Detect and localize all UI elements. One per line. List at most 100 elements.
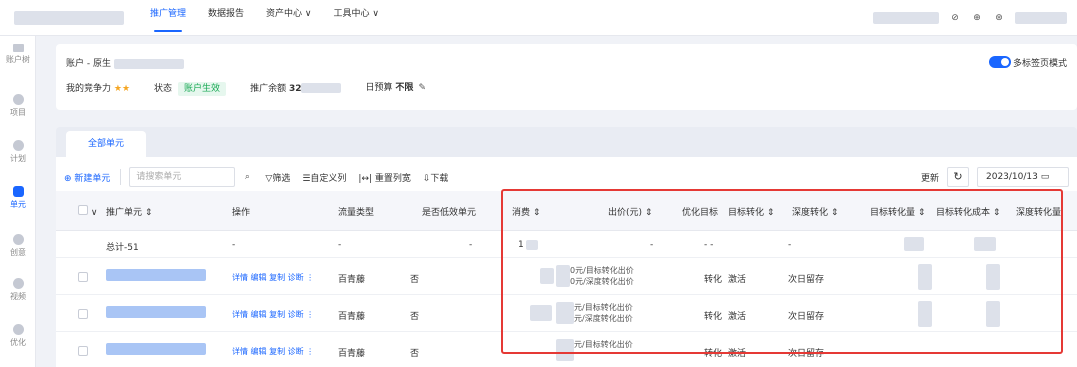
search-placeholder: 请搜索单元 xyxy=(136,172,182,182)
account-stats: 我的竞争力 ★★ 状态 账户生效 推广余额 32 日预算 不限 ✎ xyxy=(66,80,428,96)
row-checkbox[interactable] xyxy=(78,309,88,319)
competitiveness-label: 我的竞争力 xyxy=(66,83,112,94)
nav-tool-center[interactable]: 工具中心 ∨ xyxy=(333,0,378,36)
star-rating: ★★ xyxy=(113,83,131,94)
balance-label: 推广余额 xyxy=(250,83,287,94)
balance-blurred xyxy=(301,83,342,93)
user-name-blurred xyxy=(1015,12,1067,24)
row-checkbox[interactable] xyxy=(78,272,88,282)
unit-name-blurred[interactable] xyxy=(106,269,206,281)
rocket-icon xyxy=(12,324,24,335)
competitiveness: 我的竞争力 ★★ xyxy=(66,81,130,94)
col-unit[interactable]: 推广单元 ⇕ xyxy=(106,205,152,218)
top-bar: 推广管理 数据报告 资产中心 ∨ 工具中心 ∨ ⊘ ⊕ ⊛ xyxy=(0,0,1077,36)
account-card: 账户 - 原生 我的竞争力 ★★ 状态 账户生效 推广余额 32 日预算 不限 ✎… xyxy=(56,44,1077,110)
multi-tab-toggle[interactable] xyxy=(989,56,1011,68)
nav-asset-center[interactable]: 资产中心 ∨ xyxy=(266,0,311,36)
unit-icon xyxy=(12,186,24,197)
row-actions[interactable]: 详情 编辑 复制 诊断 ⋮ xyxy=(232,272,314,283)
divider xyxy=(120,169,122,185)
refresh-label: 更新 xyxy=(920,173,939,184)
rail-unit[interactable]: 单元 xyxy=(0,186,36,210)
top-right-area: ⊘ ⊕ ⊛ xyxy=(873,0,1067,36)
table-toolbar: ⊕ 新建单元 请搜索单元 ⌕ ▽筛选 ☰自定义列 |↔| 重置列宽 ⇩下载 xyxy=(64,167,448,187)
rail-label: 账户树 xyxy=(6,55,30,64)
rail-project[interactable]: 项目 xyxy=(0,94,36,118)
dash: - xyxy=(338,240,342,250)
nav-data-report[interactable]: 数据报告 xyxy=(208,0,244,36)
rail-label: 创意 xyxy=(10,248,26,257)
traffic-type: 百青藤 xyxy=(338,312,366,322)
low-efficiency-value: 否 xyxy=(410,312,420,322)
daily-budget: 日预算 不限 ✎ xyxy=(365,80,428,94)
balance: 推广余额 32 xyxy=(250,81,342,94)
help-icon[interactable]: ⊘ xyxy=(949,12,961,24)
date-picker[interactable]: 2023/10/13 ▭ xyxy=(977,167,1069,187)
plan-icon xyxy=(12,140,24,151)
traffic-type: 百青藤 xyxy=(338,349,366,359)
table-right-tools: 更新 ↻ 2023/10/13 ▭ xyxy=(921,167,1069,187)
balance-value: 32 xyxy=(288,83,302,94)
creative-icon xyxy=(12,234,24,245)
checkbox[interactable] xyxy=(78,205,88,215)
left-rail: 账户树 项目 计划 单元 创意 视频 优化 xyxy=(0,36,36,367)
low-efficiency-value: 否 xyxy=(410,275,420,285)
account-name-blurred xyxy=(873,12,939,24)
date-value: 2023/10/13 xyxy=(986,172,1038,182)
dash: - xyxy=(232,240,236,250)
logo xyxy=(14,11,124,25)
row-actions[interactable]: 详情 编辑 复制 诊断 ⋮ xyxy=(232,309,314,320)
budget-value: 不限 xyxy=(395,83,414,93)
nav-promotion-management[interactable]: 推广管理 xyxy=(150,0,186,36)
rail-video[interactable]: 视频 xyxy=(0,278,36,302)
refresh-icon[interactable]: ↻ xyxy=(947,167,969,187)
new-unit-button[interactable]: ⊕ 新建单元 xyxy=(64,171,110,184)
traffic-type: 百青藤 xyxy=(338,275,366,285)
rail-label: 单元 xyxy=(10,200,26,209)
multi-tab-label: 多标签页模式 xyxy=(1012,59,1067,69)
unit-name-blurred[interactable] xyxy=(106,306,206,318)
budget-label: 日预算 xyxy=(365,83,393,93)
select-all-checkbox[interactable]: ∨ xyxy=(78,205,97,218)
tab-strip: 全部单元 xyxy=(56,127,1077,157)
col-low-efficiency: 是否低效单元 xyxy=(422,208,477,218)
rail-optimize[interactable]: 优化 xyxy=(0,324,36,348)
status-badge: 账户生效 xyxy=(178,81,227,96)
user-icon[interactable]: ⊛ xyxy=(993,12,1005,24)
custom-columns-button[interactable]: ☰自定义列 xyxy=(302,171,346,184)
rail-account-tree[interactable]: 账户树 xyxy=(0,44,36,65)
rail-creative[interactable]: 创意 xyxy=(0,234,36,258)
row-actions[interactable]: 详情 编辑 复制 诊断 ⋮ xyxy=(232,346,314,357)
account-name: 账户 - 原生 xyxy=(66,59,111,69)
filter-button[interactable]: ▽筛选 xyxy=(265,171,290,184)
row-checkbox[interactable] xyxy=(78,346,88,356)
rail-label: 视频 xyxy=(10,292,26,301)
col-ops: 操作 xyxy=(232,208,251,218)
switch-icon[interactable]: ⊕ xyxy=(971,12,983,24)
video-icon xyxy=(12,278,24,289)
low-efficiency-value: 否 xyxy=(410,349,420,359)
rail-label: 计划 xyxy=(10,154,26,163)
download-button[interactable]: ⇩下载 xyxy=(423,171,449,184)
col-traffic: 流量类型 xyxy=(338,208,375,218)
reset-width-button[interactable]: |↔| 重置列宽 xyxy=(358,171,410,184)
search-icon[interactable]: ⌕ xyxy=(241,171,253,183)
rail-label: 项目 xyxy=(10,108,26,117)
highlight-box xyxy=(501,189,1063,354)
tab-all-units[interactable]: 全部单元 xyxy=(66,131,146,157)
calendar-icon: ▭ xyxy=(1040,172,1050,182)
dash: - xyxy=(469,240,473,250)
search-input[interactable]: 请搜索单元 xyxy=(129,167,236,187)
status-label: 状态 xyxy=(154,83,173,94)
edit-icon[interactable]: ✎ xyxy=(416,82,428,94)
total-label: 总计-51 xyxy=(106,243,139,253)
unit-name-blurred[interactable] xyxy=(106,343,206,355)
status: 状态 账户生效 xyxy=(154,81,227,96)
rail-label: 优化 xyxy=(10,338,26,347)
top-nav: 推广管理 数据报告 资产中心 ∨ 工具中心 ∨ xyxy=(150,0,379,36)
rail-plan[interactable]: 计划 xyxy=(0,140,36,164)
list-icon xyxy=(12,44,24,52)
account-name-blurred xyxy=(113,58,184,69)
account-title: 账户 - 原生 xyxy=(66,56,184,69)
project-icon xyxy=(12,94,24,105)
